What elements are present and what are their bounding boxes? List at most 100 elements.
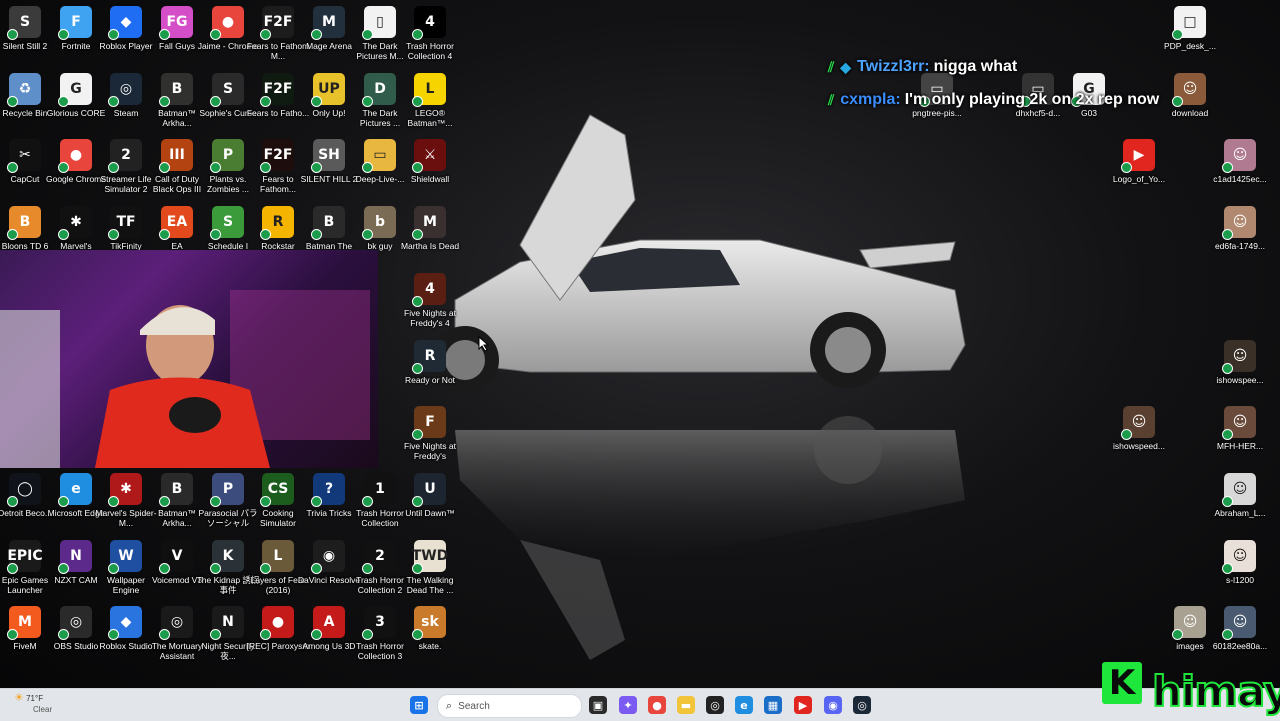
search-placeholder: Search: [458, 700, 490, 712]
desktop-icon[interactable]: ☺ MFH-HER...: [1207, 406, 1273, 451]
app-icon: TWD: [412, 540, 448, 574]
app-icon: sk: [412, 606, 446, 640]
sync-check-icon: [159, 96, 170, 107]
sync-check-icon: [311, 229, 322, 240]
sync-check-icon: [159, 629, 170, 640]
desktop-icon[interactable]: sk skate.: [397, 606, 463, 651]
icon-label: skate.: [418, 641, 442, 651]
start-icon[interactable]: ⊞: [410, 696, 428, 714]
chat-username: Twizzl3rr:: [857, 57, 930, 75]
app-icon: B: [159, 473, 193, 507]
desktop-icon[interactable]: R Ready or Not: [397, 340, 463, 385]
icon-label: The Walking Dead The ...: [406, 575, 454, 595]
sync-check-icon: [159, 229, 170, 240]
file-explorer-icon[interactable]: ▬: [677, 696, 695, 714]
sync-check-icon: [159, 496, 170, 507]
icon-label: Ready or Not: [404, 375, 456, 385]
sync-check-icon: [108, 162, 119, 173]
sync-check-icon: [1222, 563, 1233, 574]
icon-label: Abraham_L...: [1214, 508, 1266, 518]
desktop-icon[interactable]: ☺ ishowspeed...: [1106, 406, 1172, 451]
app-icon: G: [58, 73, 92, 107]
app-icon: ●: [58, 139, 92, 173]
app-icon: ☺: [1172, 606, 1206, 640]
app-icon: S: [7, 6, 41, 40]
store-icon[interactable]: ▦: [764, 696, 782, 714]
app-icon: 4: [412, 273, 446, 307]
weather-desc: Clear: [33, 705, 53, 714]
desktop-icon[interactable]: ☺ s-l1200: [1207, 540, 1273, 585]
icon-label: ed6fa-1749...: [1214, 241, 1266, 251]
sync-check-icon: [108, 229, 119, 240]
desktop-icon[interactable]: 4 Trash Horror Collection 4: [397, 6, 463, 61]
desktop-icon[interactable]: 4 Five Nights at Freddy's 4: [397, 273, 463, 328]
sync-check-icon: [7, 563, 18, 574]
sync-check-icon: [58, 29, 69, 40]
app-icon: 2: [108, 139, 142, 173]
sync-check-icon: [412, 29, 423, 40]
desktop-icon[interactable]: ☺ Abraham_L...: [1207, 473, 1273, 518]
app-icon: S: [210, 73, 244, 107]
taskbar-search-box[interactable]: ⌕ Search: [437, 694, 582, 718]
app-icon: ◯: [7, 473, 41, 507]
app-icon: L: [260, 540, 294, 574]
app-icon: B: [7, 206, 41, 240]
app-icon: U: [412, 473, 446, 507]
sync-check-icon: [58, 162, 69, 173]
icon-label: Five Nights at Freddy's: [404, 441, 456, 461]
sync-check-icon: [7, 496, 18, 507]
obs-icon[interactable]: ◎: [706, 696, 724, 714]
sync-check-icon: [1172, 29, 1183, 40]
sync-check-icon: [260, 496, 271, 507]
desktop-icon[interactable]: ▶ Logo_of_Yo...: [1106, 139, 1172, 184]
desktop-icon[interactable]: ⚔ Shieldwall: [397, 139, 463, 184]
desktop-icon[interactable]: F Five Nights at Freddy's: [397, 406, 463, 461]
app-icon: W: [108, 540, 142, 574]
sync-check-icon: [412, 429, 423, 440]
app-icon: 4: [412, 6, 446, 40]
sync-check-icon: [412, 296, 423, 307]
sync-check-icon: [362, 162, 373, 173]
chat-badge-icon: ⫽: [828, 91, 835, 108]
app-icon: ⚔: [412, 139, 446, 173]
sync-check-icon: [7, 629, 18, 640]
desktop-icon[interactable]: □ PDP_desk_...: [1157, 6, 1223, 51]
steam-icon[interactable]: ◎: [853, 696, 871, 714]
youtube-icon[interactable]: ▶: [794, 696, 812, 714]
desktop-icon[interactable]: ☺ 60182ee80a...: [1207, 606, 1273, 651]
sync-check-icon: [311, 96, 322, 107]
chat-text: I'm only playing 2k on 2x rep now: [904, 90, 1160, 108]
app-icon: P: [210, 139, 244, 173]
sync-check-icon: [412, 229, 423, 240]
taskview-icon[interactable]: ▣: [589, 696, 607, 714]
edge-icon[interactable]: e: [735, 696, 753, 714]
app-icon: R: [260, 206, 294, 240]
desktop-icon[interactable]: M Martha Is Dead: [397, 206, 463, 251]
sync-check-icon: [311, 563, 322, 574]
weather-widget[interactable]: ☀ 71°F Clear: [14, 693, 52, 715]
app-icon: ▭: [362, 139, 396, 173]
app-icon: CS: [260, 473, 294, 507]
copilot-icon[interactable]: ✦: [619, 696, 637, 714]
desktop-icon[interactable]: U Until Dawn™: [397, 473, 463, 518]
sync-check-icon: [210, 563, 221, 574]
chat-badge-icon: ◆: [840, 58, 852, 75]
desktop-icon[interactable]: ☺ ed6fa-1749...: [1207, 206, 1273, 251]
desktop-icon[interactable]: ☺ ishowspee...: [1207, 340, 1273, 385]
app-icon: ☺: [1222, 473, 1256, 507]
chrome-icon[interactable]: ●: [648, 696, 666, 714]
sync-check-icon: [311, 29, 322, 40]
mouse-cursor-icon: [478, 336, 490, 352]
desktop-icon[interactable]: TWD The Walking Dead The ...: [397, 540, 463, 595]
desktop-icon[interactable]: ☺ c1ad1425ec...: [1207, 139, 1273, 184]
app-icon: ☺: [1222, 540, 1256, 574]
desktop-icon[interactable]: L LEGO® Batman™...: [397, 73, 463, 128]
app-icon: K: [210, 540, 244, 574]
app-icon: ✱: [58, 206, 92, 240]
chat-message: ⫽ cxmpla: I'm only playing 2k on 2x rep …: [828, 83, 1268, 116]
discord-icon[interactable]: ◉: [824, 696, 842, 714]
app-icon: D: [362, 73, 396, 107]
sync-check-icon: [362, 563, 373, 574]
sync-check-icon: [412, 496, 423, 507]
sync-check-icon: [210, 162, 221, 173]
